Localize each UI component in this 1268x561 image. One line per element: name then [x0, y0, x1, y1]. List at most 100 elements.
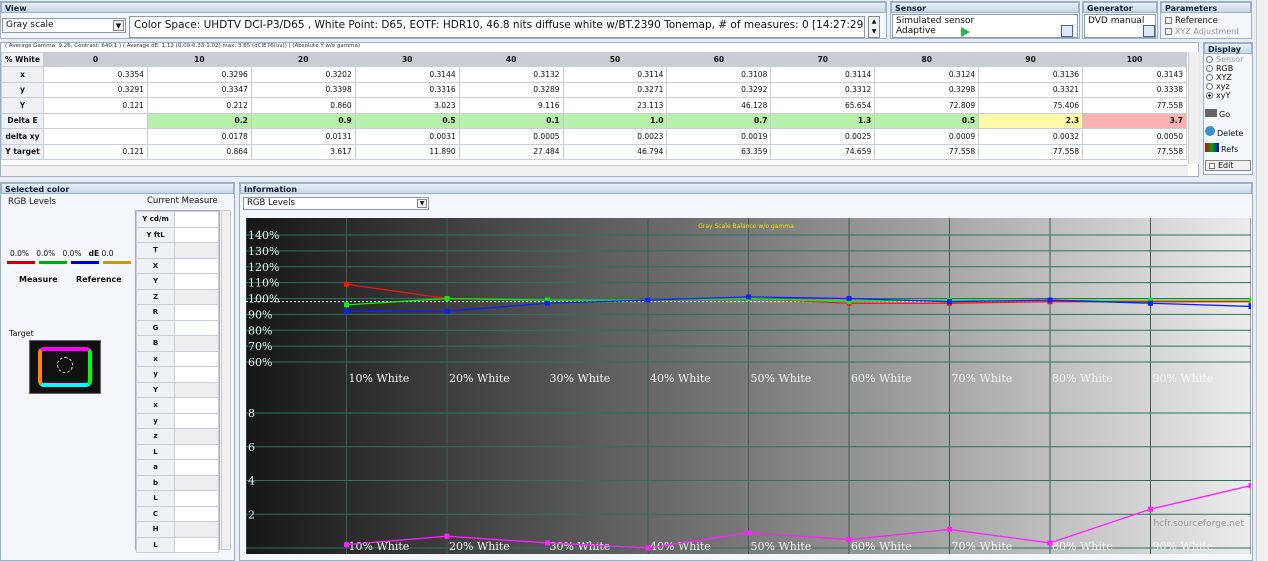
table-cell[interactable]: 0.7	[666, 112, 772, 129]
edit-checkbox[interactable]: Edit	[1205, 160, 1251, 171]
display-option-sensor[interactable]: Sensor	[1206, 55, 1243, 64]
table-cell[interactable]: 0.0031	[354, 128, 460, 145]
data-point[interactable]	[1248, 297, 1252, 303]
table-cell[interactable]: 0.0025	[770, 128, 876, 145]
data-point[interactable]	[645, 297, 651, 303]
table-cell[interactable]: 0.212	[146, 97, 252, 114]
edit-sensor-icon[interactable]	[1061, 25, 1073, 37]
data-point[interactable]	[846, 537, 852, 543]
table-cell[interactable]: 0.3289	[458, 81, 564, 98]
table-cell[interactable]: 77.558	[1082, 143, 1187, 160]
data-point[interactable]	[545, 300, 550, 306]
column-header[interactable]: 90	[978, 52, 1084, 67]
table-cell[interactable]: 0.0019	[666, 128, 772, 145]
table-cell[interactable]: 1.0	[562, 112, 668, 129]
selected-color-value[interactable]	[174, 459, 219, 476]
data-point[interactable]	[746, 530, 751, 536]
selected-color-value[interactable]	[174, 412, 219, 429]
column-header[interactable]: 0	[43, 52, 148, 67]
table-cell[interactable]: 0.3292	[666, 81, 772, 98]
table-cell[interactable]: 0.860	[250, 97, 356, 114]
table-cell[interactable]: 0.0032	[978, 128, 1084, 145]
data-point[interactable]	[846, 296, 852, 301]
data-point[interactable]	[645, 545, 651, 551]
selected-color-value[interactable]	[174, 505, 219, 522]
selected-color-value[interactable]	[174, 397, 219, 414]
table-cell[interactable]: 0.3398	[250, 81, 356, 98]
selected-color-value[interactable]	[174, 242, 219, 259]
column-header[interactable]: 30	[354, 52, 460, 67]
reference-checkbox[interactable]: Reference	[1165, 16, 1218, 26]
selected-color-value[interactable]	[174, 428, 219, 445]
table-cell[interactable]: 0.3321	[978, 81, 1084, 98]
table-cell[interactable]: 0.9	[250, 112, 356, 129]
table-cell[interactable]: 1.3	[770, 112, 876, 129]
measure-grid[interactable]: % White 0 10 20 30 40 50 60 70 80 90 100 x 0.3354 0.3…	[1, 52, 1187, 160]
table-cell[interactable]: 0.121	[43, 97, 148, 114]
table-cell[interactable]: 0.0005	[458, 128, 564, 145]
selected-color-value[interactable]	[174, 226, 219, 243]
column-header[interactable]: 60	[666, 52, 772, 67]
table-cell[interactable]: 11.890	[354, 143, 460, 160]
chevron-down-icon[interactable]: ▼	[417, 199, 427, 208]
data-point[interactable]	[344, 281, 349, 287]
chevron-down-icon[interactable]: ▼	[113, 20, 124, 31]
table-cell[interactable]: 77.558	[978, 143, 1084, 160]
data-point[interactable]	[947, 299, 952, 305]
selected-color-value[interactable]	[174, 521, 219, 538]
selected-color-value[interactable]	[174, 211, 219, 228]
table-cell[interactable]: 0.3114	[562, 66, 668, 83]
table-cell[interactable]: 77.558	[874, 143, 980, 160]
column-header[interactable]: 70	[770, 52, 876, 67]
table-cell[interactable]: 0.3144	[354, 66, 460, 83]
table-cell[interactable]: 0.3108	[666, 66, 772, 83]
sensor-box[interactable]: Simulated sensor Adaptive	[892, 14, 1078, 38]
table-cell[interactable]: 0.2	[146, 112, 252, 129]
table-cell[interactable]: 0.0009	[874, 128, 980, 145]
selected-color-value[interactable]	[174, 257, 219, 274]
selected-color-value[interactable]	[174, 335, 219, 352]
table-cell[interactable]: 0.3114	[770, 66, 876, 83]
table-vertical-scrollbar[interactable]	[1188, 52, 1199, 164]
data-point[interactable]	[1047, 297, 1053, 303]
table-cell[interactable]: 27.484	[458, 143, 564, 160]
window-scrollbar[interactable]	[1256, 0, 1268, 561]
data-point[interactable]	[344, 542, 349, 548]
data-point[interactable]	[444, 308, 450, 314]
selected-color-value[interactable]	[174, 366, 219, 383]
data-point[interactable]	[746, 294, 751, 300]
data-point[interactable]	[1148, 506, 1153, 512]
selected-color-value[interactable]	[174, 319, 219, 336]
table-cell[interactable]: 3.617	[250, 143, 356, 160]
column-header[interactable]: 40	[458, 52, 564, 67]
data-point[interactable]	[344, 302, 349, 308]
table-cell[interactable]: 9.116	[458, 97, 564, 114]
table-cell[interactable]: 0.121	[43, 143, 148, 160]
table-cell[interactable]	[43, 112, 148, 129]
data-point[interactable]	[1148, 300, 1153, 306]
table-cell[interactable]: 0.3338	[1082, 81, 1187, 98]
selected-color-value[interactable]	[174, 350, 219, 367]
table-cell[interactable]: 0.3132	[458, 66, 564, 83]
data-point[interactable]	[545, 540, 550, 546]
table-cell[interactable]: 0.5	[354, 112, 460, 129]
table-cell[interactable]: 0.3143	[1082, 66, 1187, 83]
table-cell[interactable]: 0.0178	[146, 128, 252, 145]
selected-color-scrollbar[interactable]	[221, 210, 231, 550]
table-cell[interactable]: 3.7	[1082, 112, 1187, 129]
refs-button[interactable]: Refs	[1205, 143, 1251, 160]
column-header[interactable]: 10	[146, 52, 252, 67]
table-cell[interactable]: 23.113	[562, 97, 668, 114]
delete-button[interactable]: Delete	[1205, 126, 1251, 143]
table-cell[interactable]: 0.0023	[562, 128, 668, 145]
table-cell[interactable]: 65.654	[770, 97, 876, 114]
table-horizontal-scrollbar[interactable]	[1, 165, 1188, 176]
info-type-select[interactable]: RGB Levels ▼	[243, 197, 429, 210]
display-option-xyz[interactable]: XYZ	[1206, 73, 1243, 82]
table-cell[interactable]: 0.0131	[250, 128, 356, 145]
table-cell[interactable]: 0.3316	[354, 81, 460, 98]
selected-color-value[interactable]	[174, 443, 219, 460]
table-cell[interactable]: 0.3136	[978, 66, 1084, 83]
selected-color-value[interactable]	[174, 490, 219, 507]
column-header[interactable]: 80	[874, 52, 980, 67]
